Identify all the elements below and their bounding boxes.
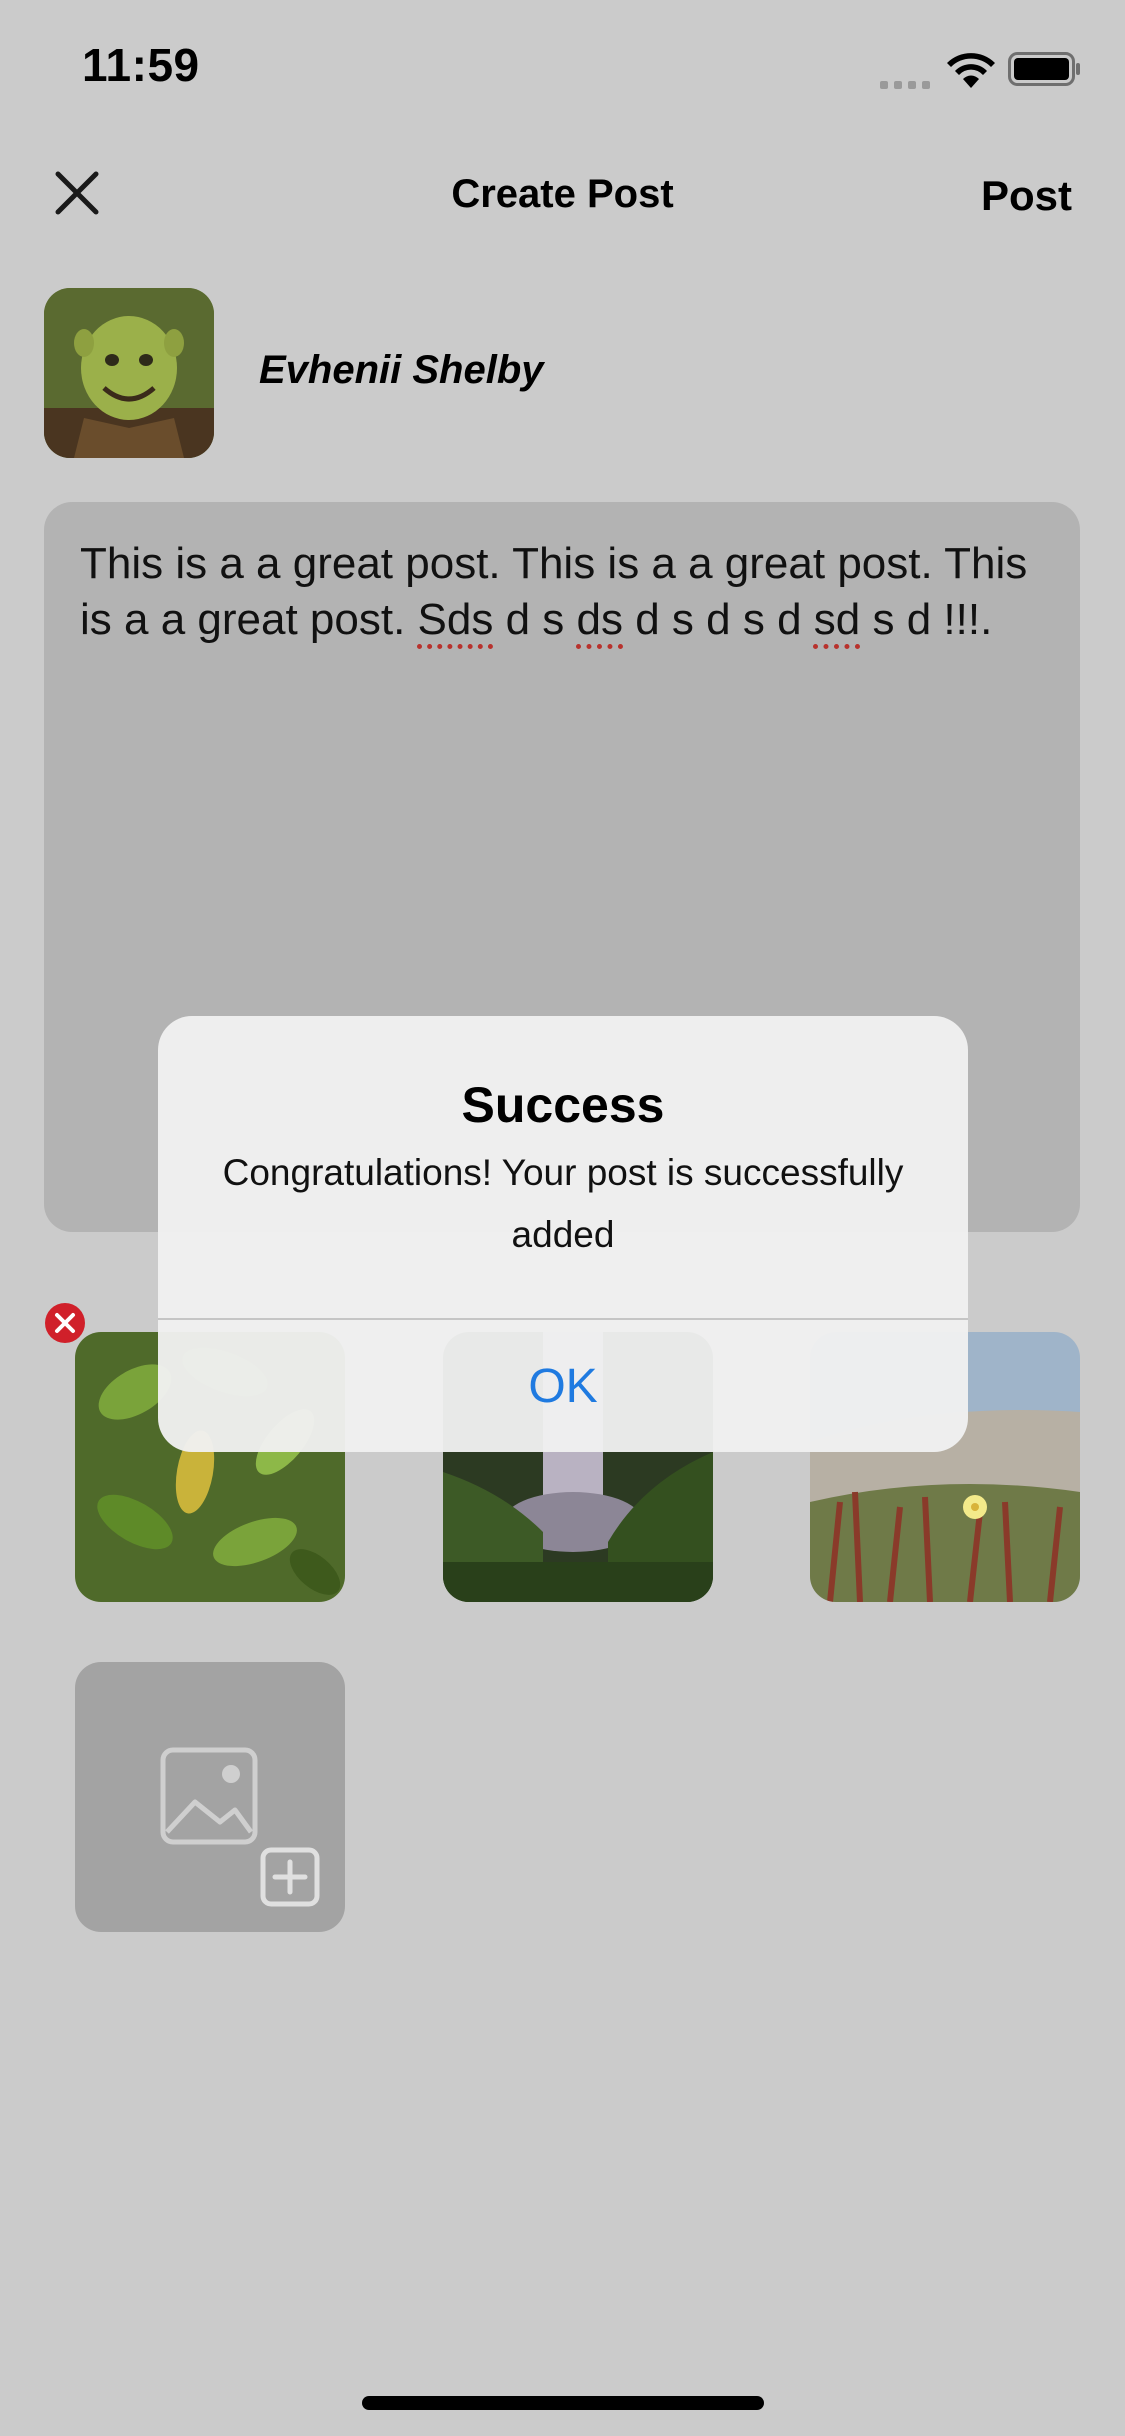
misspelled-word: Sds xyxy=(417,595,494,644)
wifi-icon xyxy=(944,50,998,95)
misspelled-word: ds xyxy=(576,595,623,644)
alert-title: Success xyxy=(461,1077,665,1133)
author-name: Evhenii Shelby xyxy=(259,348,544,392)
post-text-part: d s xyxy=(493,595,577,644)
ok-button[interactable]: OK xyxy=(158,1320,968,1452)
status-time: 11:59 xyxy=(82,39,200,91)
success-alert: Success Congratulations! Your post is su… xyxy=(158,1016,968,1452)
home-indicator xyxy=(362,2396,764,2410)
remove-icon xyxy=(45,1303,85,1343)
add-image-icon xyxy=(160,1747,320,1907)
post-text-part: s d !!!. xyxy=(860,595,993,644)
remove-photo-button[interactable] xyxy=(44,1302,86,1344)
page-title: Create Post xyxy=(451,172,674,216)
add-photo-button[interactable] xyxy=(75,1662,345,1932)
post-button[interactable]: Post xyxy=(981,172,1072,220)
misspelled-word: sd xyxy=(813,595,861,644)
avatar xyxy=(44,288,214,458)
cellular-signal-icon xyxy=(880,76,936,94)
post-text-part: d s d s d xyxy=(623,595,814,644)
post-text[interactable]: This is a a great post. This is a a grea… xyxy=(80,536,1060,648)
alert-message: Congratulations! Your post is successful… xyxy=(222,1152,904,1255)
battery-icon xyxy=(1008,52,1082,91)
